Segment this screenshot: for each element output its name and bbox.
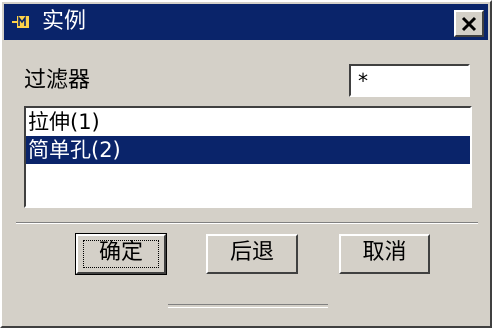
- filter-label: 过滤器: [24, 68, 91, 93]
- expression-icon: [12, 14, 34, 30]
- back-label: 后退: [229, 240, 274, 265]
- window-title: 实例: [42, 9, 87, 34]
- instance-dialog: 实例 过滤器 拉伸(1) 简单孔(2) 确定 后退 取消: [0, 0, 492, 328]
- separator: [16, 222, 478, 224]
- back-button[interactable]: 后退: [206, 234, 298, 274]
- list-item[interactable]: 拉伸(1): [26, 108, 470, 136]
- instance-list[interactable]: 拉伸(1) 简单孔(2): [24, 106, 472, 208]
- filter-input[interactable]: [349, 64, 470, 97]
- resize-grip[interactable]: [168, 304, 328, 308]
- close-button[interactable]: [454, 10, 484, 37]
- list-item-selected[interactable]: 简单孔(2): [26, 136, 470, 164]
- ok-button[interactable]: 确定: [75, 233, 167, 275]
- cancel-label: 取消: [362, 240, 407, 265]
- cancel-button[interactable]: 取消: [339, 234, 430, 274]
- close-icon: [461, 16, 477, 31]
- focus-rect: [83, 240, 159, 268]
- title-bar[interactable]: 实例: [4, 4, 488, 40]
